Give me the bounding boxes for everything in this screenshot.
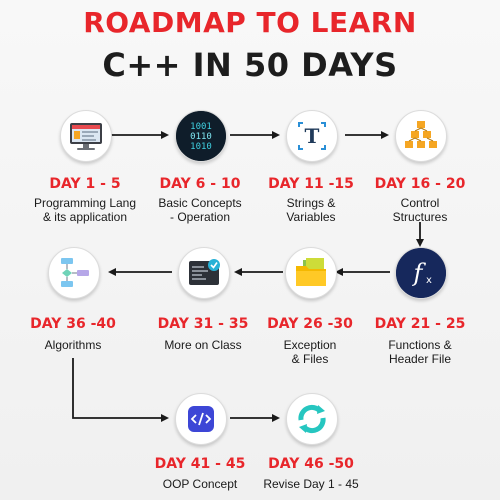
- step-7-desc-line-1: More on Class: [164, 338, 242, 352]
- class-code-icon: [189, 259, 220, 285]
- step-2-node: 1001 0110 1010: [175, 110, 227, 162]
- step-4-day: DAY 16 - 20: [374, 176, 466, 192]
- step-3-node: T: [286, 110, 338, 162]
- step-8-node: [48, 247, 100, 299]
- step-7-day: DAY 31 - 35: [157, 316, 249, 332]
- step-5-node: f x: [395, 247, 447, 299]
- svg-text:0110: 0110: [190, 132, 212, 142]
- computer-screen-icon: [70, 123, 102, 150]
- binary-code-icon: 1001 0110 1010: [176, 111, 226, 161]
- step-10-day: DAY 46 -50: [268, 456, 354, 472]
- svg-text:1010: 1010: [190, 142, 212, 152]
- function-fx-icon: f x: [396, 248, 446, 298]
- svg-text:1001: 1001: [190, 122, 212, 132]
- step-8-desc: Algorithms: [8, 338, 138, 352]
- step-10-node: [286, 393, 338, 445]
- step-8-day: DAY 36 -40: [30, 316, 116, 332]
- step-4-desc-line-2: Structures: [392, 210, 448, 224]
- step-4-node: [395, 110, 447, 162]
- step-1-node: [60, 110, 112, 162]
- code-brackets-icon: [188, 406, 214, 432]
- step-10-desc-line-1: Revise Day 1 - 45: [263, 477, 359, 491]
- refresh-cycle-icon: [298, 404, 326, 434]
- step-4-desc: Control Structures: [355, 196, 485, 224]
- svg-text:x: x: [426, 275, 432, 286]
- flowchart-icon: [61, 258, 89, 287]
- folder-files-icon: [296, 258, 326, 286]
- step-6-node: [285, 247, 337, 299]
- step-7-node: [178, 247, 230, 299]
- step-1-desc: Programming Lang & its application: [20, 196, 150, 224]
- step-1-day: DAY 1 - 5: [49, 176, 121, 192]
- arrow-8-9: [72, 358, 169, 422]
- text-t-icon: T: [298, 122, 326, 150]
- step-8-desc-line-1: Algorithms: [44, 338, 102, 352]
- step-1-desc-line-1: Programming Lang: [33, 196, 137, 210]
- roadmap-page: ROADMAP TO LEARN C++ IN 50 DAYS DAY 1 - …: [0, 0, 500, 500]
- step-4-desc-line-1: Control: [400, 196, 440, 210]
- hierarchy-icon: [405, 121, 437, 148]
- step-7-desc: More on Class: [138, 338, 268, 352]
- svg-text:T: T: [305, 124, 320, 148]
- step-1-desc-line-2: & its application: [42, 210, 128, 224]
- step-10-desc: Revise Day 1 - 45: [246, 477, 376, 491]
- step-9-node: [175, 393, 227, 445]
- step-6-desc-line-2: & Files: [291, 352, 329, 366]
